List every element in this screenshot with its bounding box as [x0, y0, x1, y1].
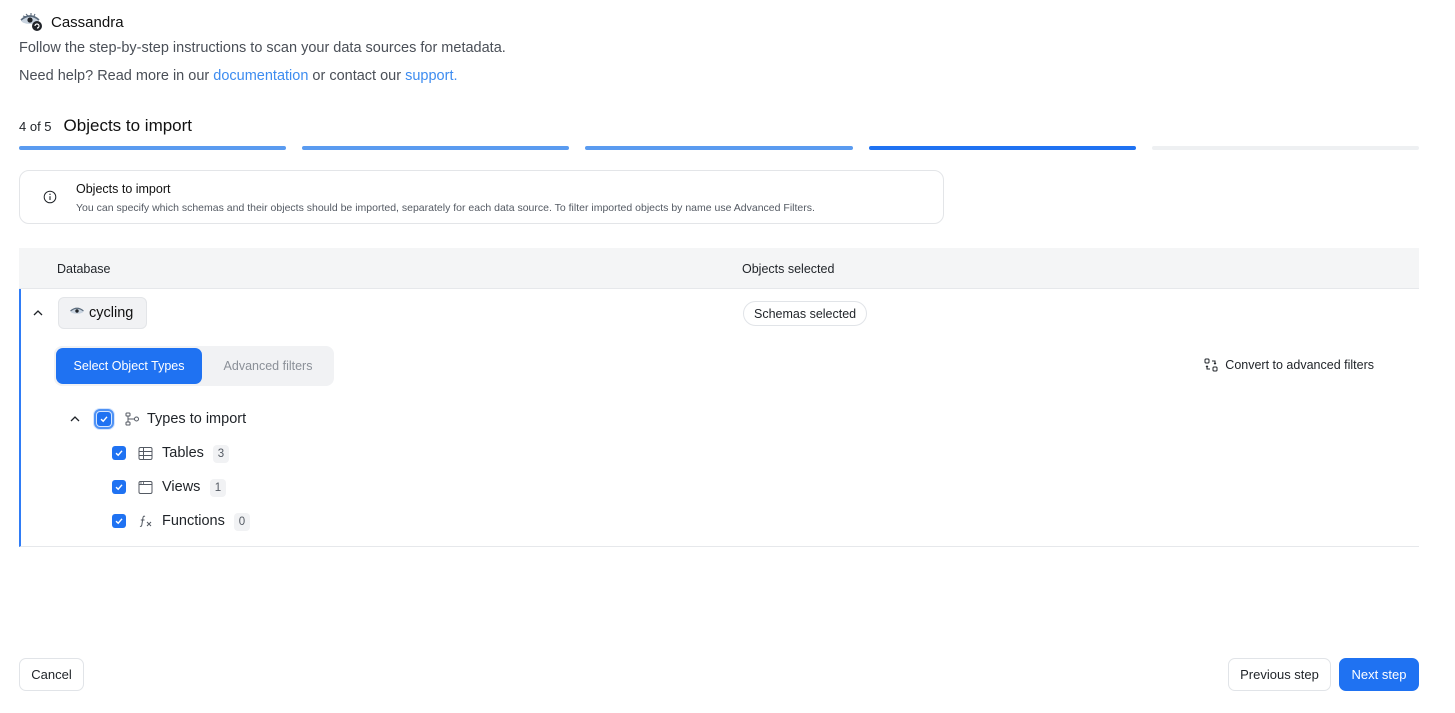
convert-to-advanced-filters-button[interactable]: Convert to advanced filters [1204, 358, 1374, 372]
schemas-selected-badge: Schemas selected [743, 301, 868, 326]
database-chip[interactable]: cycling [58, 297, 148, 329]
cancel-button[interactable]: Cancel [19, 658, 84, 691]
step-progress-bar [19, 146, 1420, 150]
tables-label: Tables [162, 445, 204, 461]
tables-checkbox[interactable] [112, 446, 126, 460]
help-prefix: Need help? Read more in our [19, 68, 214, 84]
info-icon [43, 190, 57, 204]
functions-label: Functions [162, 513, 225, 529]
table-icon [138, 446, 153, 461]
info-description: You can specify which schemas and their … [76, 202, 815, 214]
tab-select-object-types[interactable]: Select Object Types [56, 348, 202, 384]
support-link[interactable]: support. [405, 68, 457, 84]
database-row: cycling Schemas selected Select Object T… [19, 289, 1419, 547]
views-label: Views [162, 479, 201, 495]
types-to-import-checkbox[interactable] [94, 409, 114, 429]
cassandra-eye-icon [69, 304, 85, 322]
database-name: cycling [89, 305, 134, 321]
functions-checkbox[interactable] [112, 514, 126, 528]
step-header: 4 of 5 Objects to import [19, 116, 192, 136]
convert-icon [1204, 358, 1218, 372]
function-icon [138, 514, 153, 529]
convert-label: Convert to advanced filters [1225, 358, 1374, 372]
app-header: Cassandra [19, 11, 124, 33]
types-to-import-label: Types to import [147, 411, 247, 427]
tables-count-badge: 3 [213, 445, 229, 463]
view-icon [138, 480, 153, 495]
previous-step-button[interactable]: Previous step [1228, 658, 1331, 691]
next-step-button[interactable]: Next step [1339, 658, 1419, 691]
progress-segment-1 [19, 146, 287, 150]
tab-advanced-filters[interactable]: Advanced filters [204, 348, 332, 384]
step-title: Objects to import [63, 116, 193, 135]
progress-segment-4 [868, 146, 1136, 150]
hierarchy-icon [125, 412, 140, 427]
step-counter: 4 of 5 [19, 119, 52, 134]
help-text: Need help? Read more in our documentatio… [19, 68, 458, 84]
collapse-database-chevron-icon[interactable] [31, 306, 45, 320]
filter-mode-tabs: Select Object Types Advanced filters [54, 346, 334, 386]
cassandra-eye-logo-icon [19, 11, 45, 33]
checkmark-icon [100, 416, 108, 423]
collapse-types-chevron-icon[interactable] [68, 412, 82, 426]
progress-segment-3 [585, 146, 853, 150]
column-header-database: Database [57, 262, 111, 276]
progress-segment-5 [1151, 146, 1420, 150]
info-callout: Objects to import You can specify which … [19, 170, 944, 224]
help-mid: or contact our [308, 68, 406, 84]
views-count-badge: 1 [210, 479, 226, 497]
checkmark-icon [115, 518, 123, 525]
column-header-objects-selected: Objects selected [742, 262, 835, 276]
table-header: Database Objects selected [19, 248, 1419, 289]
documentation-link[interactable]: documentation [213, 68, 308, 84]
progress-segment-2 [302, 146, 570, 150]
checkmark-icon [115, 484, 123, 491]
app-title: Cassandra [51, 13, 124, 31]
checkmark-icon [115, 450, 123, 457]
intro-text: Follow the step-by-step instructions to … [19, 40, 506, 56]
functions-count-badge: 0 [234, 513, 250, 531]
views-checkbox[interactable] [112, 480, 126, 494]
info-title: Objects to import [76, 182, 171, 196]
